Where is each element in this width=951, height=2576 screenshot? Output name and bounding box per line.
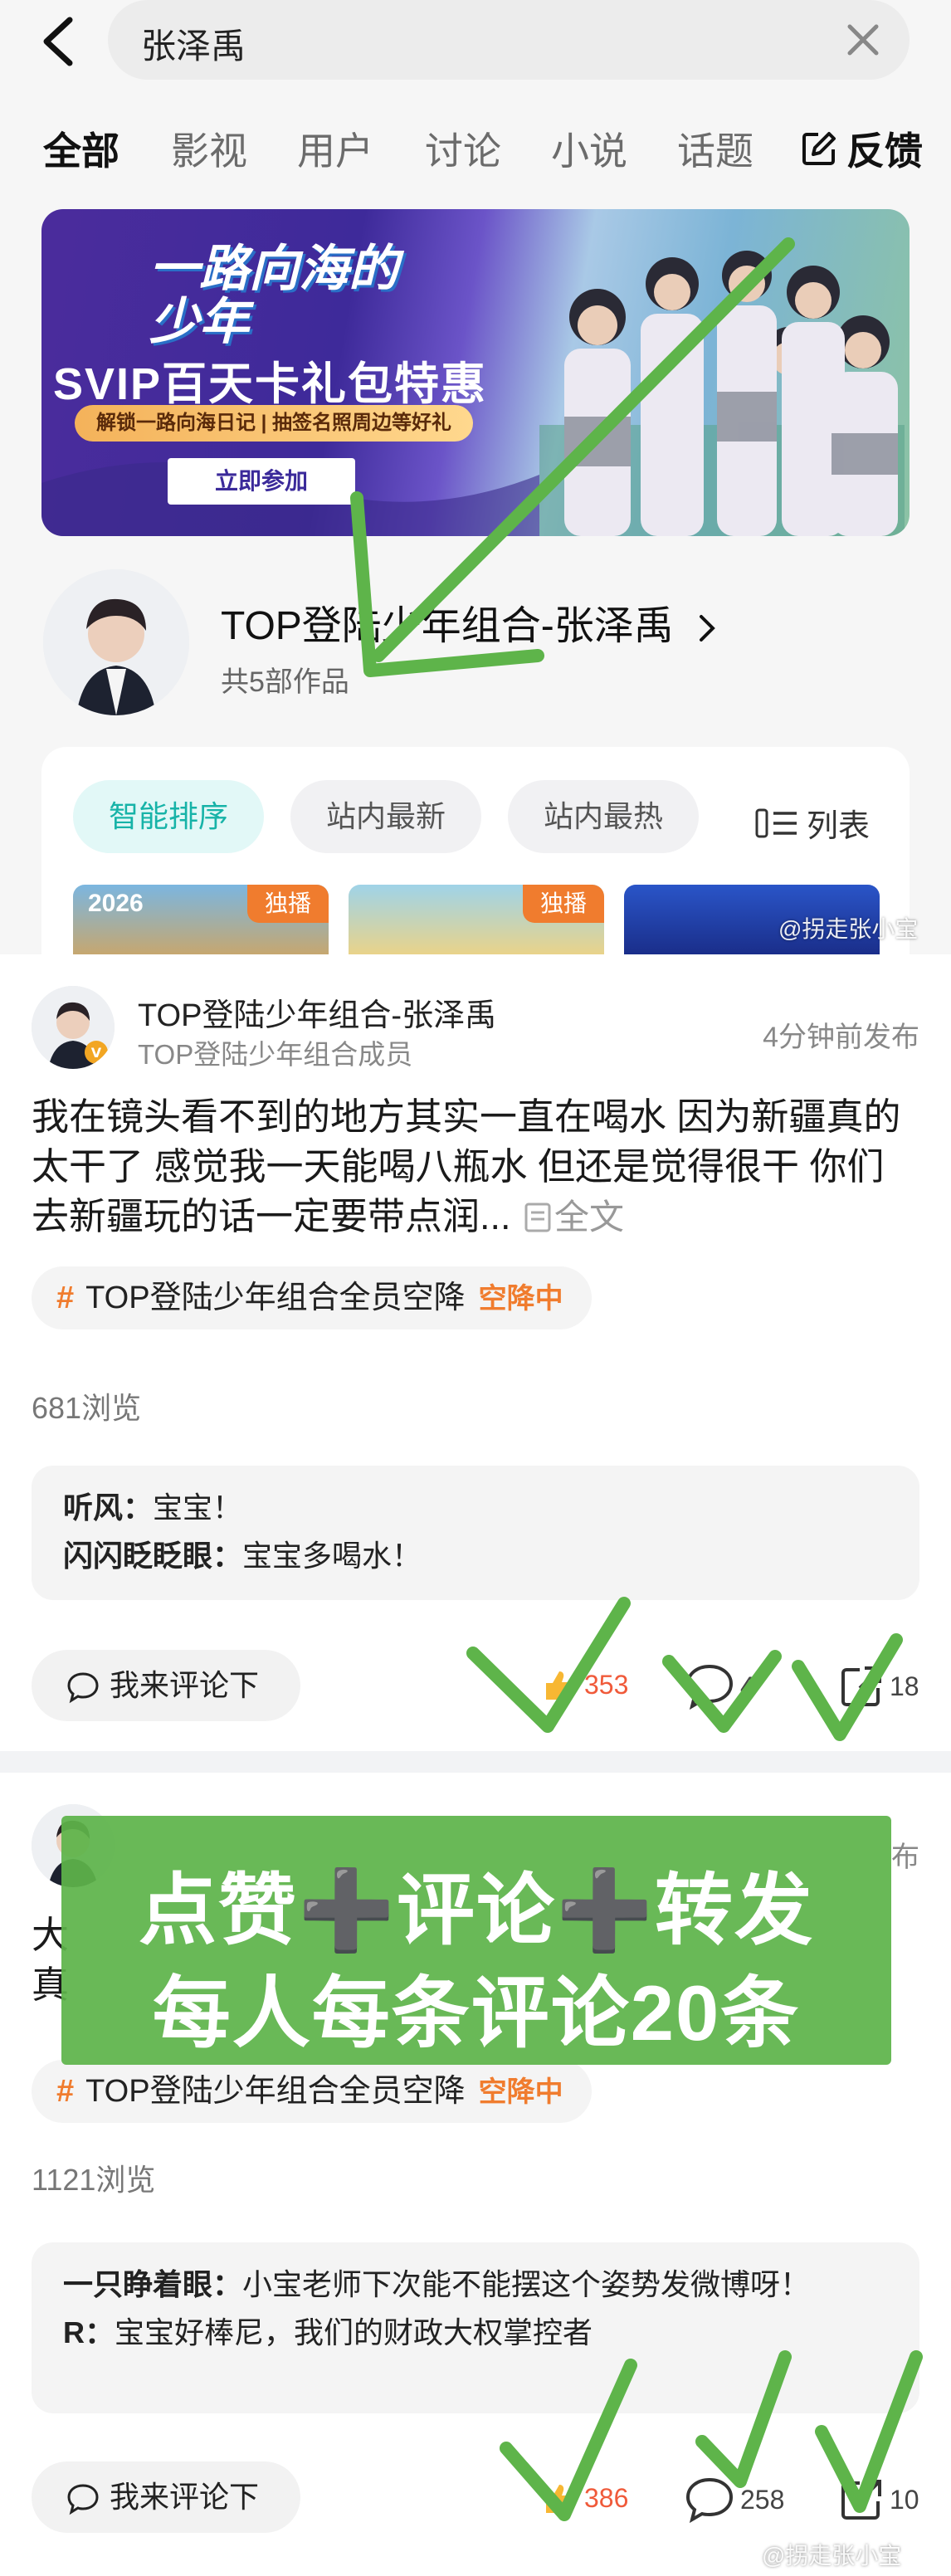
checkmark-annotation xyxy=(792,1633,903,1741)
arrow-annotation xyxy=(372,237,795,662)
overlay-line-2: 每人每条评论20条 xyxy=(152,1969,801,2056)
checkmark-annotation xyxy=(662,1650,782,1733)
checkmark-annotation xyxy=(695,2350,792,2488)
checkmark-annotation xyxy=(466,1597,631,1733)
watermark: @拐走张小宝 xyxy=(762,2543,902,2569)
checkmark-annotation xyxy=(815,2350,923,2513)
watermark: @拐走张小宝 xyxy=(778,916,919,942)
promo-overlay-box: 点赞➕评论➕转发 每人每条评论20条 xyxy=(61,1816,891,2065)
hand-drawn-annotations xyxy=(350,237,923,2521)
checkmark-annotation xyxy=(500,2359,637,2521)
overlay-line-1: 点赞➕评论➕转发 xyxy=(138,1866,815,1954)
